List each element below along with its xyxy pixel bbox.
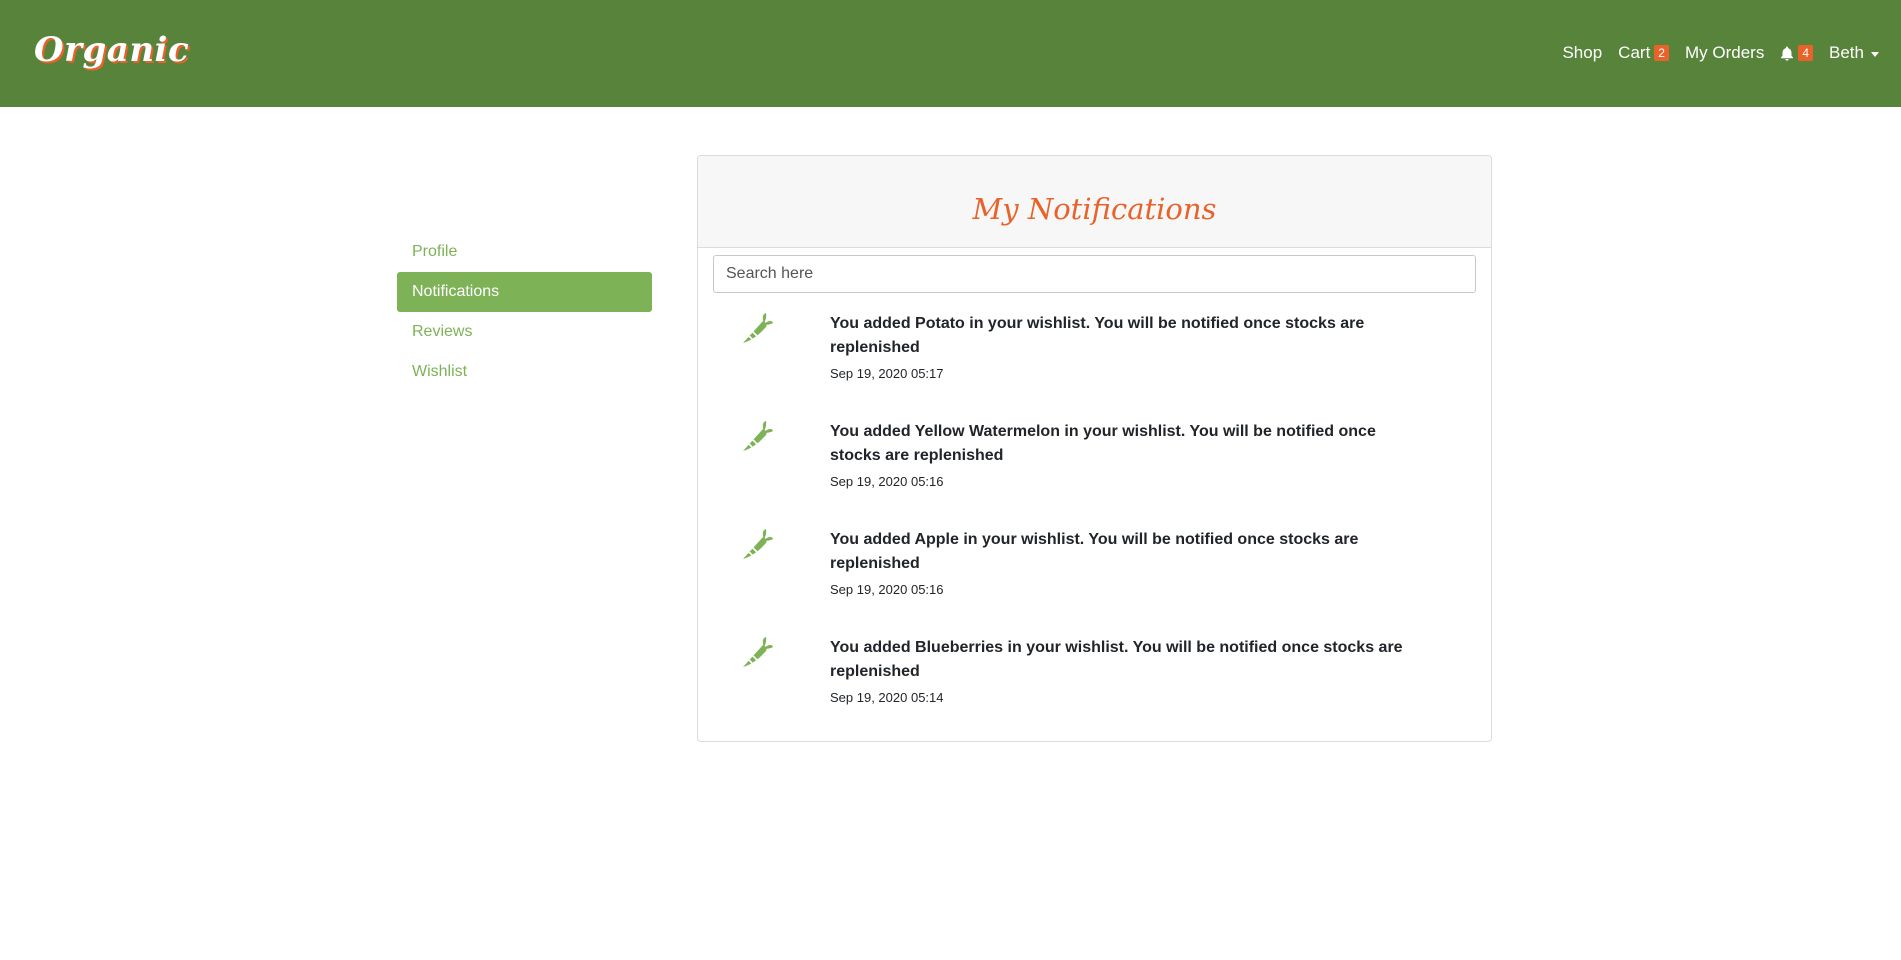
- notification-item: You added Apple in your wishlist. You wi…: [698, 522, 1491, 630]
- carrot-icon: [742, 528, 774, 562]
- card-header: My Notifications: [698, 156, 1491, 248]
- sidebar-item-notifications[interactable]: Notifications: [397, 272, 652, 312]
- bell-icon: [1780, 46, 1794, 61]
- search-input[interactable]: [713, 255, 1476, 293]
- notifications-card: My Notifications You added Potato in you…: [697, 155, 1492, 742]
- nav-shop-link[interactable]: Shop: [1562, 43, 1602, 63]
- nav-menu: Shop Cart 2 My Orders 4 Beth: [1546, 40, 1879, 66]
- nav-cart-link[interactable]: Cart 2: [1618, 43, 1669, 63]
- sidebar-item-profile[interactable]: Profile: [397, 232, 652, 272]
- notification-message: You added Blueberries in your wishlist. …: [830, 639, 1403, 680]
- account-sidebar: Profile Notifications Reviews Wishlist: [397, 232, 652, 392]
- notification-item: You added Yellow Watermelon in your wish…: [698, 414, 1491, 522]
- notification-timestamp: Sep 19, 2020 05:16: [830, 474, 944, 489]
- notification-body: You added Yellow Watermelon in your wish…: [830, 420, 1420, 489]
- notification-message: You added Yellow Watermelon in your wish…: [830, 423, 1376, 464]
- notification-body: You added Apple in your wishlist. You wi…: [830, 528, 1420, 597]
- notification-count-badge: 4: [1798, 45, 1814, 61]
- notification-list: You added Potato in your wishlist. You w…: [698, 306, 1491, 738]
- caret-down-icon: [1871, 51, 1879, 57]
- user-name: Beth: [1829, 43, 1864, 62]
- notification-body: You added Blueberries in your wishlist. …: [830, 636, 1420, 705]
- notification-timestamp: Sep 19, 2020 05:16: [830, 582, 944, 597]
- notification-message: You added Apple in your wishlist. You wi…: [830, 531, 1359, 572]
- brand-logo[interactable]: Organic: [34, 30, 189, 70]
- carrot-icon: [742, 420, 774, 454]
- notification-item: You added Potato in your wishlist. You w…: [698, 306, 1491, 414]
- cart-count-badge: 2: [1654, 45, 1669, 61]
- nav-my-orders-label: My Orders: [1684, 43, 1765, 62]
- nav-cart-label: Cart: [1618, 43, 1651, 62]
- page-title: My Notifications: [972, 192, 1217, 226]
- sidebar-item-reviews[interactable]: Reviews: [397, 312, 652, 352]
- navbar: Organic Shop Cart 2 My Orders 4 Beth: [0, 0, 1901, 107]
- notification-timestamp: Sep 19, 2020 05:17: [830, 366, 944, 381]
- notification-timestamp: Sep 19, 2020 05:14: [830, 690, 944, 705]
- nav-shop-label: Shop: [1562, 43, 1603, 62]
- nav-my-orders-link[interactable]: My Orders: [1685, 43, 1764, 63]
- notification-message: You added Potato in your wishlist. You w…: [830, 315, 1365, 356]
- notification-body: You added Potato in your wishlist. You w…: [830, 312, 1420, 381]
- carrot-icon: [742, 312, 774, 346]
- carrot-icon: [742, 636, 774, 670]
- sidebar-item-wishlist[interactable]: Wishlist: [397, 352, 652, 392]
- notification-item: You added Blueberries in your wishlist. …: [698, 630, 1491, 738]
- user-menu-dropdown[interactable]: Beth: [1829, 43, 1879, 63]
- nav-notifications-link[interactable]: 4: [1780, 45, 1814, 61]
